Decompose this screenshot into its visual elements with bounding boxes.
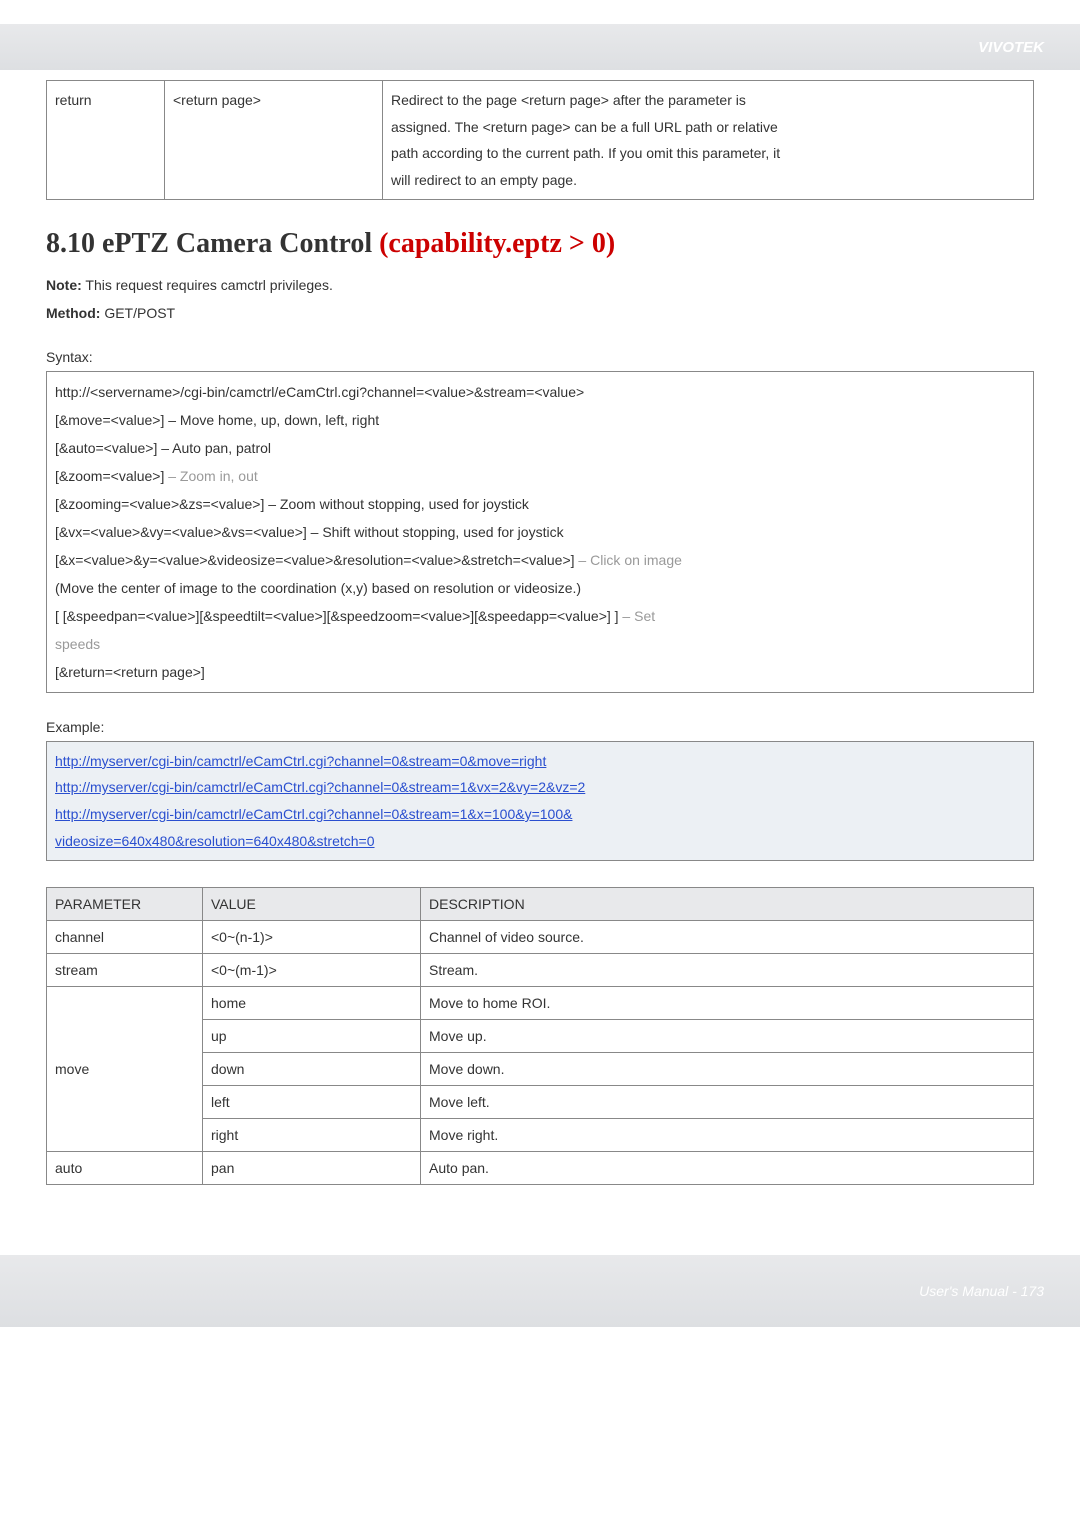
parameter-table: PARAMETER VALUE DESCRIPTION channel <0~(… <box>46 887 1034 1185</box>
cell-move-down-d: Move down. <box>421 1053 1034 1086</box>
syntax-label: Syntax: <box>46 349 1034 365</box>
example-label: Example: <box>46 719 1034 735</box>
method-label: Method: <box>46 305 100 321</box>
cell-move-down-v: down <box>203 1053 421 1086</box>
syntax-l3: [&auto=<value>] – Auto pan, patrol <box>55 434 1025 462</box>
example-link-2[interactable]: http://myserver/cgi-bin/camctrl/eCamCtrl… <box>55 779 585 795</box>
cell-auto-d: Auto pan. <box>421 1152 1034 1185</box>
return-value-cell: <return page> <box>165 81 383 200</box>
table-row: channel <0~(n-1)> Channel of video sourc… <box>47 921 1034 954</box>
return-table: return <return page> Redirect to the pag… <box>46 80 1034 200</box>
syntax-l2: [&move=<value>] – Move home, up, down, l… <box>55 406 1025 434</box>
method-line: Method: GET/POST <box>46 305 1034 321</box>
section-title: 8.10 ePTZ Camera Control <box>46 228 379 259</box>
cell-channel-v: <0~(n-1)> <box>203 921 421 954</box>
content: return <return page> Redirect to the pag… <box>0 70 1080 1185</box>
syntax-l1: http://<servername>/cgi-bin/camctrl/eCam… <box>55 378 1025 406</box>
cell-move-p: move <box>47 987 203 1152</box>
syntax-l10: speeds <box>55 630 1025 658</box>
syntax-l8: (Move the center of image to the coordin… <box>55 574 1025 602</box>
value-header: VALUE <box>203 888 421 921</box>
cell-move-up-v: up <box>203 1020 421 1053</box>
syntax-l7a: [&x=<value>&y=<value>&videosize=<value>&… <box>55 552 575 568</box>
cell-stream-d: Stream. <box>421 954 1034 987</box>
cell-stream-v: <0~(m-1)> <box>203 954 421 987</box>
return-desc-l2: assigned. The <return page> can be a ful… <box>391 119 778 135</box>
note-line: Note: This request requires camctrl priv… <box>46 274 1034 296</box>
brand-label: VIVOTEK <box>978 39 1044 56</box>
return-desc-l4: will redirect to an empty page. <box>391 172 577 188</box>
top-whitespace <box>0 0 1080 24</box>
cell-channel-p: channel <box>47 921 203 954</box>
example-link-1[interactable]: http://myserver/cgi-bin/camctrl/eCamCtrl… <box>55 753 546 769</box>
syntax-l7b: – Click on image <box>575 552 682 568</box>
return-desc-cell: Redirect to the page <return page> after… <box>383 81 1034 200</box>
footer-text: User's Manual - 173 <box>919 1283 1044 1299</box>
cell-stream-p: stream <box>47 954 203 987</box>
return-desc-l3: path according to the current path. If y… <box>391 145 780 161</box>
cell-channel-d: Channel of video source. <box>421 921 1034 954</box>
section-heading: 8.10 ePTZ Camera Control (capability.ept… <box>46 228 1034 260</box>
table-row: auto pan Auto pan. <box>47 1152 1034 1185</box>
syntax-l4a: [&zoom=<value>] <box>55 468 164 484</box>
syntax-box: http://<servername>/cgi-bin/camctrl/eCam… <box>46 371 1034 693</box>
example-link-3[interactable]: http://myserver/cgi-bin/camctrl/eCamCtrl… <box>55 806 572 822</box>
footer-bar: User's Manual - 173 <box>0 1255 1080 1327</box>
syntax-l4: [&zoom=<value>] – Zoom in, out <box>55 462 1025 490</box>
section-capability: (capability.eptz > 0) <box>379 228 615 259</box>
cell-move-left-v: left <box>203 1086 421 1119</box>
note-text: This request requires camctrl privileges… <box>82 277 333 293</box>
table-row: move home Move to home ROI. <box>47 987 1034 1020</box>
cell-move-home-d: Move to home ROI. <box>421 987 1034 1020</box>
cell-move-right-d: Move right. <box>421 1119 1034 1152</box>
param-header: PARAMETER <box>47 888 203 921</box>
syntax-l9a: [ [&speedpan=<value>][&speedtilt=<value>… <box>55 608 619 624</box>
syntax-l9b: – Set <box>619 608 656 624</box>
method-text: GET/POST <box>100 305 175 321</box>
example-link-4[interactable]: videosize=640x480&resolution=640x480&str… <box>55 833 375 849</box>
return-param-cell: return <box>47 81 165 200</box>
table-row: stream <0~(m-1)> Stream. <box>47 954 1034 987</box>
desc-header: DESCRIPTION <box>421 888 1034 921</box>
syntax-l9: [ [&speedpan=<value>][&speedtilt=<value>… <box>55 602 1025 630</box>
syntax-l4b: – Zoom in, out <box>164 468 257 484</box>
cell-move-left-d: Move left. <box>421 1086 1034 1119</box>
example-box: http://myserver/cgi-bin/camctrl/eCamCtrl… <box>46 741 1034 861</box>
syntax-l7: [&x=<value>&y=<value>&videosize=<value>&… <box>55 546 1025 574</box>
cell-auto-v: pan <box>203 1152 421 1185</box>
note-label: Note: <box>46 277 82 293</box>
return-desc-l1: Redirect to the page <return page> after… <box>391 92 746 108</box>
header-bar: VIVOTEK <box>0 24 1080 70</box>
cell-auto-p: auto <box>47 1152 203 1185</box>
syntax-l11: [&return=<return page>] <box>55 658 1025 686</box>
syntax-l6: [&vx=<value>&vy=<value>&vs=<value>] – Sh… <box>55 518 1025 546</box>
cell-move-right-v: right <box>203 1119 421 1152</box>
syntax-l5: [&zooming=<value>&zs=<value>] – Zoom wit… <box>55 490 1025 518</box>
cell-move-home-v: home <box>203 987 421 1020</box>
cell-move-up-d: Move up. <box>421 1020 1034 1053</box>
